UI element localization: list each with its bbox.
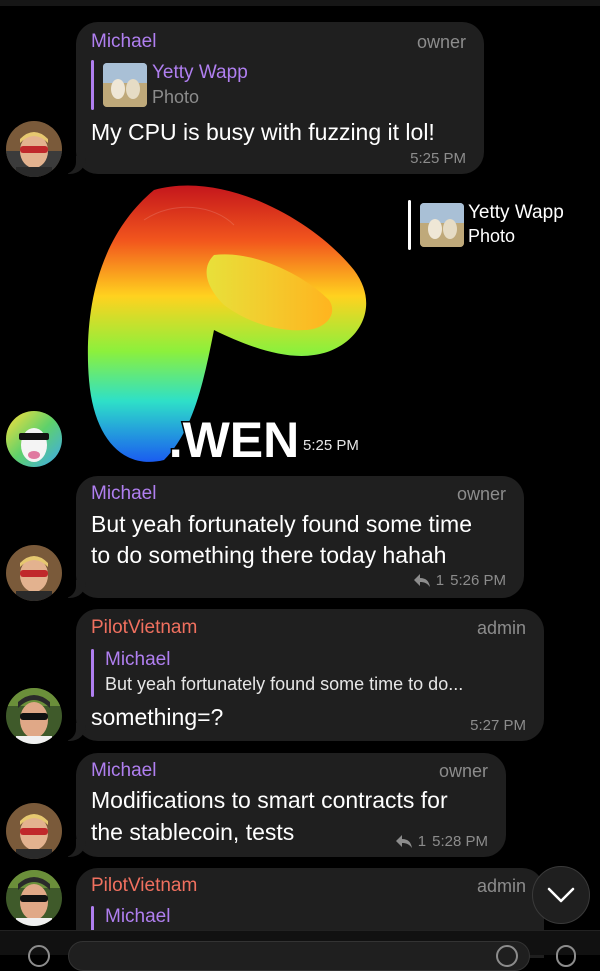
replies-counter[interactable]: 1 5:28 PM <box>395 833 488 850</box>
bubble-tail <box>62 156 86 174</box>
top-divider <box>0 0 600 6</box>
replies-count: 1 <box>435 572 445 589</box>
reply-name: Michael <box>105 906 171 927</box>
sender-name[interactable]: PilotVietnam <box>91 875 197 897</box>
replies-count: 1 <box>417 833 427 850</box>
reply-arrow-icon <box>413 573 430 587</box>
chevron-down-icon <box>547 887 575 903</box>
sender-name[interactable]: Michael <box>91 31 156 53</box>
avatar-michael[interactable] <box>6 121 62 177</box>
bubble-tail <box>62 723 86 741</box>
bottom-input-bar <box>0 930 600 971</box>
reply-quote[interactable]: Michael But yeah fortunately found some … <box>91 647 531 697</box>
message-input[interactable] <box>68 941 530 971</box>
reply-name: Michael <box>105 649 171 670</box>
sticker-icon[interactable] <box>496 945 518 967</box>
sticker-reply-quote[interactable]: Yetty Wapp Photo <box>408 200 598 250</box>
bubble-tail <box>62 580 86 598</box>
sticker-time: 5:25 PM <box>303 437 359 454</box>
message-bubble[interactable]: Michael owner But yeah fortunately found… <box>62 476 524 598</box>
reply-bar <box>91 649 94 697</box>
role-badge: owner <box>456 484 506 504</box>
photo-thumbnail <box>103 63 147 107</box>
attach-icon[interactable] <box>28 945 50 967</box>
message-time: 5:25 PM <box>410 150 466 167</box>
sender-name[interactable]: Michael <box>91 760 156 782</box>
avatar-pilotvietnam[interactable] <box>6 870 62 926</box>
reply-bar <box>408 200 411 250</box>
message-text-line: But yeah fortunately found some time <box>91 511 472 537</box>
avatar-llama[interactable] <box>6 411 62 467</box>
reply-quote[interactable]: Yetty Wapp Photo <box>91 60 451 110</box>
message-bubble[interactable]: Michael owner Yetty Wapp Photo My CPU is… <box>62 22 484 174</box>
role-badge: owner <box>416 32 466 52</box>
message-text: something=? <box>91 704 224 730</box>
sticker[interactable]: .WEN <box>84 180 374 470</box>
message-text-line: Modifications to smart contracts for <box>91 787 448 813</box>
photo-thumbnail <box>420 203 464 247</box>
avatar-michael[interactable] <box>6 803 62 859</box>
reply-name: Yetty Wapp <box>468 202 564 223</box>
bubble-tail <box>62 839 86 857</box>
role-badge: admin <box>476 618 526 638</box>
avatar-pilotvietnam[interactable] <box>6 688 62 744</box>
reply-subtitle: But yeah fortunately found some time to … <box>105 674 464 694</box>
avatar-michael[interactable] <box>6 545 62 601</box>
role-badge: owner <box>438 761 488 781</box>
message-bubble[interactable]: PilotVietnam admin Michael But yeah fort… <box>62 609 544 741</box>
scroll-to-bottom-button[interactable] <box>532 866 590 924</box>
microphone-icon[interactable] <box>556 945 576 967</box>
role-badge: admin <box>476 876 526 896</box>
reply-name: Yetty Wapp <box>152 62 248 83</box>
sender-name[interactable]: PilotVietnam <box>91 617 197 639</box>
reply-bar <box>91 906 94 932</box>
sticker-caption: .WEN <box>169 412 300 468</box>
message-bubble[interactable]: Michael owner Modifications to smart con… <box>62 753 506 857</box>
reply-subtitle: Photo <box>468 226 516 246</box>
replies-counter[interactable]: 1 5:26 PM <box>413 572 506 589</box>
message-text-line: to do something there today hahah <box>91 542 447 568</box>
sender-name[interactable]: Michael <box>91 483 156 505</box>
reply-bar <box>91 60 94 110</box>
message-time: 5:27 PM <box>470 717 526 734</box>
message-time: 5:28 PM <box>432 833 488 850</box>
message-text-line: the stablecoin, tests <box>91 819 295 845</box>
reply-subtitle: Photo <box>152 87 200 107</box>
message-time: 5:26 PM <box>450 572 506 589</box>
reply-arrow-icon <box>395 834 412 848</box>
message-text: My CPU is busy with fuzzing it lol! <box>91 119 435 145</box>
